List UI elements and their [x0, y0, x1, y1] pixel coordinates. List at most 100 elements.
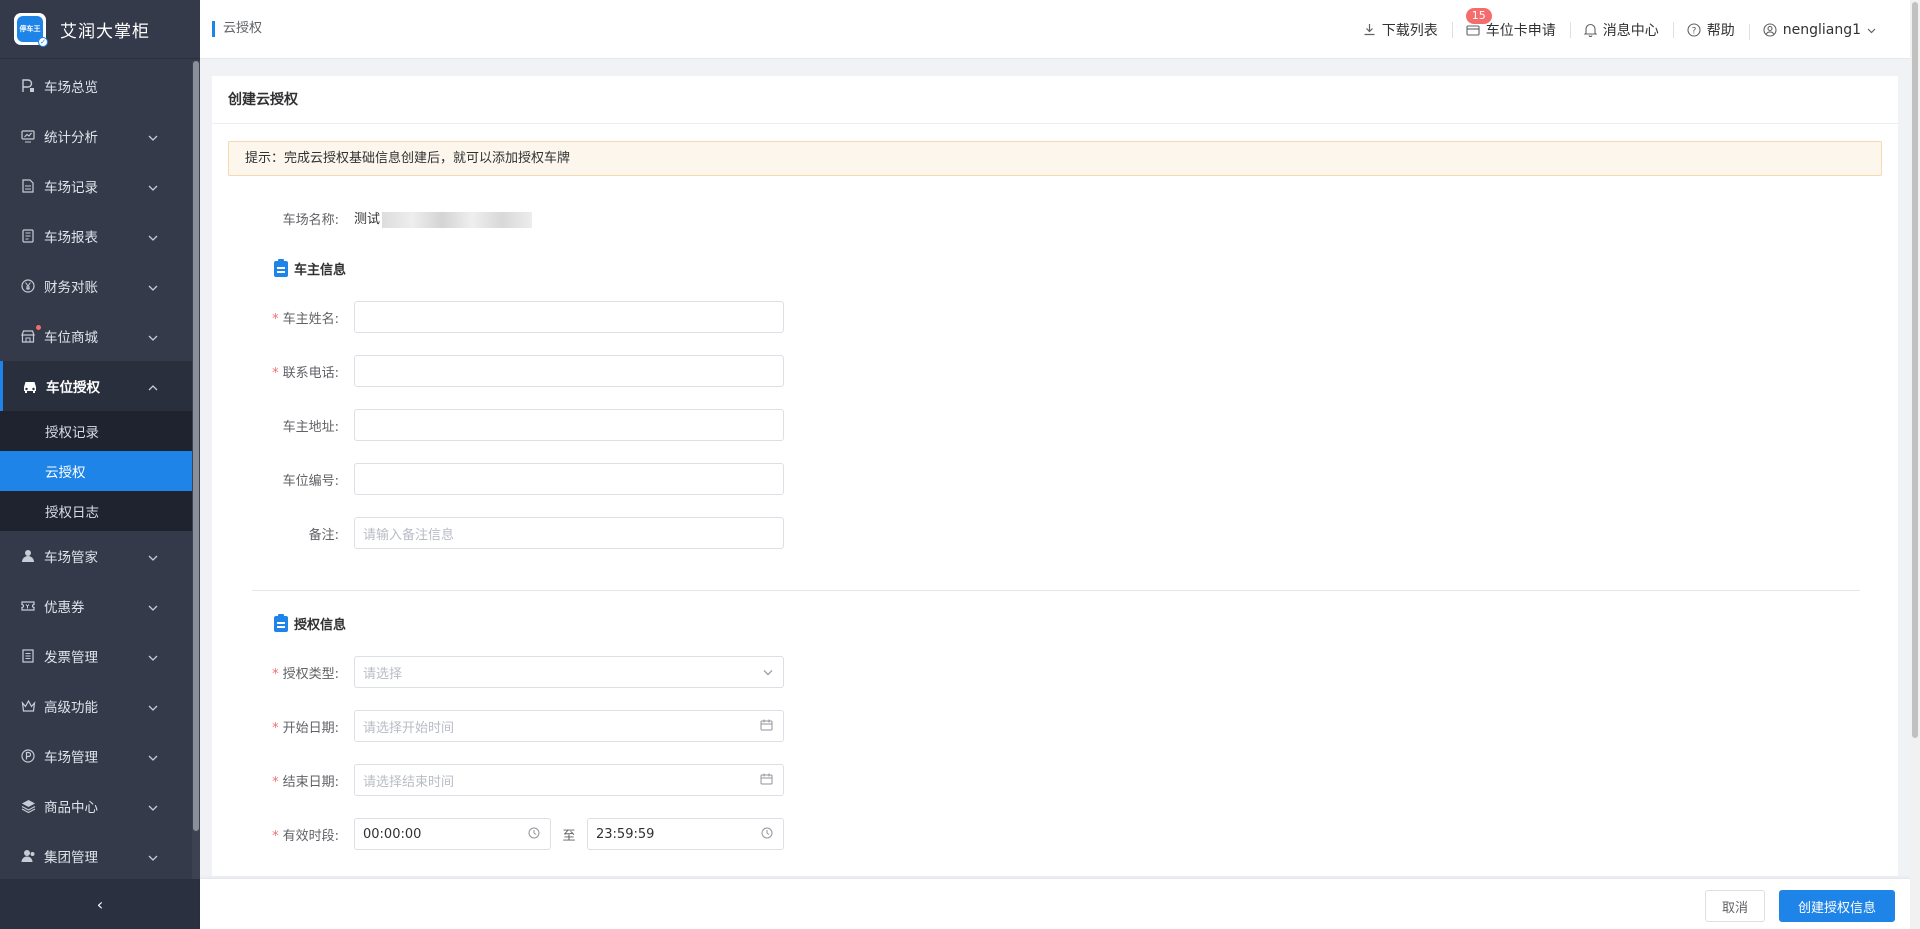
sidebar-item-label: 高级功能: [44, 700, 98, 716]
period-end-time-picker[interactable]: 23:59:59: [587, 818, 784, 850]
start-date-placeholder: 请选择开始时间: [363, 720, 455, 736]
period-start-time-picker[interactable]: 00:00:00: [354, 818, 551, 850]
card-icon: [1466, 24, 1480, 36]
sidebar-scrollbar-thumb[interactable]: [193, 61, 199, 831]
valid-period-label: * 有效时段:: [272, 828, 339, 844]
invoice-icon: [20, 648, 36, 664]
sidebar-scrollbar[interactable]: [192, 61, 200, 879]
sidebar-item-6[interactable]: 车位商城: [0, 311, 192, 361]
card-apply-badge: 15: [1465, 7, 1492, 24]
help-button[interactable]: ? 帮助: [1672, 20, 1749, 40]
clipboard-icon: [274, 258, 288, 277]
phone-row: * 联系电话:: [212, 355, 852, 387]
sidebar-item-label: 统计分析: [44, 130, 98, 146]
period-end-value: 23:59:59: [596, 826, 655, 842]
remark-input[interactable]: 请输入备注信息: [354, 517, 784, 549]
owner-name-label: * 车主姓名:: [272, 311, 339, 327]
sidebar-item-12[interactable]: 车场管理: [0, 731, 192, 781]
chevron-down-icon: [148, 649, 158, 665]
breadcrumb[interactable]: 云授权: [212, 21, 262, 37]
help-label: 帮助: [1706, 22, 1735, 39]
submenu-item-2[interactable]: 云授权: [0, 451, 192, 491]
tip-alert: 提示：完成云授权基础信息创建后，就可以添加授权车牌: [228, 141, 1882, 176]
auth-type-label: * 授权类型:: [272, 666, 339, 682]
app-title: 艾润大掌柜: [60, 21, 150, 42]
submenu: 授权记录 云授权 授权日志: [0, 411, 192, 531]
owner-name-row: * 车主姓名:: [212, 301, 852, 333]
period-separator: 至: [562, 828, 576, 844]
chevron-down-icon: [148, 599, 158, 615]
phone-input[interactable]: [354, 355, 784, 387]
end-date-label: * 结束日期:: [272, 774, 339, 790]
section-divider: [252, 590, 1860, 591]
clipboard-icon: [274, 613, 288, 632]
sidebar-item-8[interactable]: 车场管家: [0, 531, 192, 581]
logo-check-icon: ✓: [38, 37, 48, 47]
start-date-picker[interactable]: 请选择开始时间: [354, 710, 784, 742]
owner-name-input[interactable]: [354, 301, 784, 333]
phone-label: * 联系电话:: [272, 365, 339, 381]
chevron-down-icon: [148, 699, 158, 715]
sidebar-item-14[interactable]: 集团管理: [0, 831, 192, 881]
parking-icon: [20, 78, 36, 94]
cancel-button[interactable]: 取消: [1705, 890, 1765, 922]
crown-icon: [20, 698, 36, 714]
collapse-sidebar-button[interactable]: ‹: [0, 879, 200, 929]
end-date-picker[interactable]: 请选择结束时间: [354, 764, 784, 796]
sidebar-item-3[interactable]: 车场记录: [0, 161, 192, 211]
clock-icon: [761, 827, 773, 842]
address-input[interactable]: [354, 409, 784, 441]
address-row: 车主地址:: [212, 409, 852, 441]
submenu-item-1[interactable]: 授权记录: [0, 411, 192, 451]
sidebar-item-label: 车场记录: [44, 180, 98, 196]
sidebar-item-2[interactable]: 统计分析: [0, 111, 192, 161]
chart-icon: [20, 128, 36, 144]
sidebar-item-1[interactable]: 车场总览: [0, 61, 192, 111]
sidebar-item-5[interactable]: 财务对账: [0, 261, 192, 311]
layers-icon: [20, 798, 36, 814]
auth-type-row: * 授权类型: 请选择: [212, 656, 852, 688]
valid-period-row: * 有效时段: 00:00:00 至 23:59:59: [212, 818, 1012, 850]
calendar-icon: [760, 773, 773, 788]
space-no-input[interactable]: [354, 463, 784, 495]
page-scrollbar-thumb[interactable]: [1912, 2, 1918, 738]
sidebar-item-4[interactable]: 车场报表: [0, 211, 192, 261]
download-icon: [1363, 23, 1376, 36]
top-header: 云授权 下载列表 15 车位卡申请 消息中心 ? 帮助 nengliang1: [200, 0, 1920, 59]
header-actions: 下载列表 15 车位卡申请 消息中心 ? 帮助 nengliang1: [1349, 0, 1890, 59]
chevron-down-icon: [148, 179, 158, 195]
auth-section-title: 授权信息: [294, 618, 347, 633]
chevron-down-icon: [763, 665, 773, 679]
sidebar-item-11[interactable]: 高级功能: [0, 681, 192, 731]
report-icon: [20, 228, 36, 244]
sidebar-item-label: 财务对账: [44, 280, 98, 296]
chevron-down-icon: [148, 279, 158, 295]
space-no-label: 车位编号:: [282, 473, 339, 489]
create-auth-button[interactable]: 创建授权信息: [1779, 890, 1895, 922]
submenu-item-3[interactable]: 授权日志: [0, 491, 192, 531]
chevron-down-icon: [148, 229, 158, 245]
message-center-button[interactable]: 消息中心: [1569, 20, 1673, 40]
owner-section-header: 车主信息: [274, 258, 347, 278]
sidebar-item-label: 车位商城: [44, 330, 98, 346]
sidebar-item-9[interactable]: 优惠券: [0, 581, 192, 631]
message-center-label: 消息中心: [1602, 22, 1659, 39]
download-list-button[interactable]: 下载列表: [1349, 20, 1452, 40]
park-name-row: 车场名称: 测试: [212, 202, 852, 234]
start-date-label: * 开始日期:: [272, 720, 339, 736]
page-scrollbar[interactable]: [1910, 0, 1920, 929]
bell-icon: [1583, 23, 1597, 37]
sidebar-item-13[interactable]: 商品中心: [0, 781, 192, 831]
username: nengliang1: [1782, 21, 1861, 38]
sidebar-item-7[interactable]: 车位授权: [0, 361, 192, 411]
card-apply-label: 车位卡申请: [1485, 22, 1556, 39]
notification-dot: [36, 325, 41, 330]
chevron-down-icon: [148, 799, 158, 815]
owner-section-title: 车主信息: [294, 263, 347, 278]
user-menu[interactable]: nengliang1: [1748, 21, 1890, 40]
sidebar-item-10[interactable]: 发票管理: [0, 631, 192, 681]
create-cloud-auth-card: 创建云授权 提示：完成云授权基础信息创建后，就可以添加授权车牌 车场名称: 测试…: [212, 76, 1898, 876]
auth-type-select[interactable]: 请选择: [354, 656, 784, 688]
chevron-down-icon: [148, 549, 158, 565]
card-apply-button[interactable]: 15 车位卡申请: [1451, 7, 1570, 40]
